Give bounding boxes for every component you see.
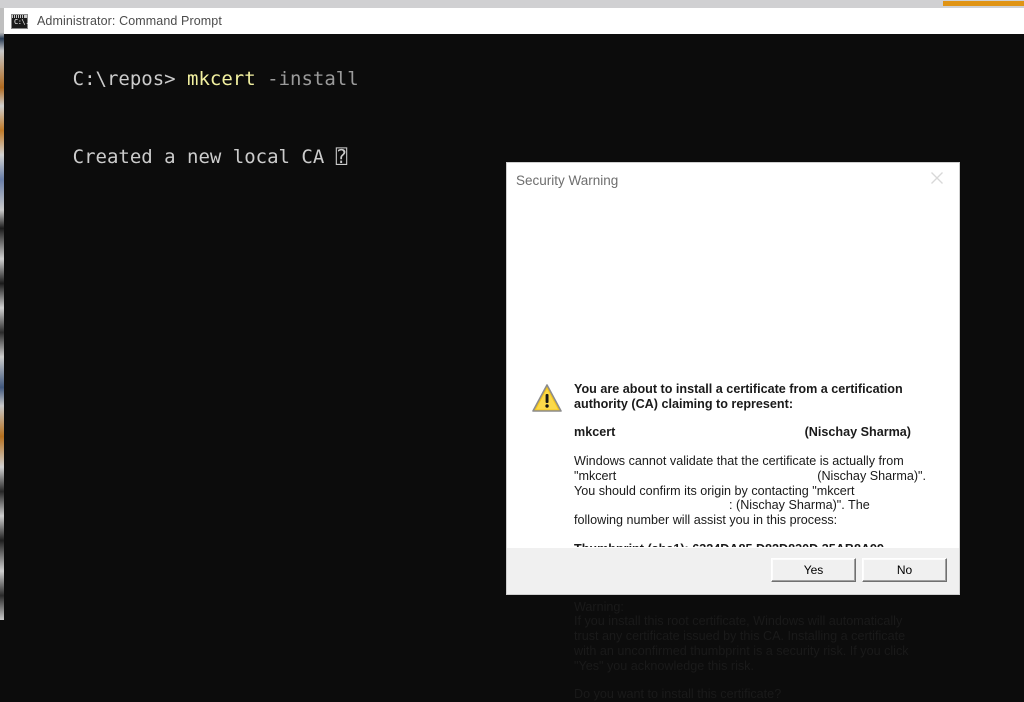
top-scrollbar-strip[interactable] — [0, 0, 1024, 8]
validate-line-2-left: "mkcert — [574, 468, 617, 483]
validate-line-2: "mkcert (Nischay Sharma)". — [574, 469, 926, 484]
install-question: Do you want to install this certificate? — [574, 687, 782, 702]
warning-body-line-1: If you install this root certificate, Wi… — [574, 614, 903, 629]
confirm-line-2: : (Nischay Sharma)". The — [729, 498, 870, 513]
warning-heading: Warning: — [574, 599, 624, 614]
terminal-flag — [256, 68, 267, 90]
command-prompt-icon: C:\. — [11, 13, 29, 29]
yes-button[interactable]: Yes — [771, 558, 856, 582]
dialog-content: You are about to install a certificate f… — [507, 199, 959, 701]
certificate-subject-name: mkcert — [574, 425, 616, 440]
warning-body-line-2: trust any certificate issued by this CA.… — [574, 629, 906, 644]
terminal-output: Created a new local CA ⍰ — [72, 146, 348, 168]
window-title: Administrator: Command Prompt — [37, 14, 222, 28]
dialog-text-column: You are about to install a certificate f… — [574, 382, 934, 702]
warning-body-line-3: with an unconfirmed thumbprint is a secu… — [574, 643, 909, 658]
dialog-title: Security Warning — [516, 173, 619, 188]
terminal-prompt: C:\repos> — [72, 68, 188, 90]
console-titlebar[interactable]: C:\. Administrator: Command Prompt — [4, 8, 1024, 34]
no-button[interactable]: No — [862, 558, 947, 582]
validate-line-2-right: (Nischay Sharma)". — [817, 468, 926, 483]
certificate-subject-org: (Nischay Sharma) — [804, 425, 911, 440]
terminal-flag-text: -install — [267, 68, 359, 90]
warning-body-line-4: "Yes" you acknowledge this risk. — [574, 658, 754, 673]
confirm-line-3: following number will assist you in this… — [574, 512, 838, 527]
dialog-titlebar: Security Warning — [507, 163, 959, 199]
certificate-subject-row: mkcert (Nischay Sharma) — [574, 425, 911, 440]
security-warning-dialog: Security Warning You are about to instal… — [506, 162, 960, 701]
confirm-line-1: You should confirm its origin by contact… — [574, 483, 855, 498]
warning-triangle-icon — [531, 383, 563, 413]
terminal-line-command: C:\repos> mkcert -install — [4, 40, 1024, 118]
accent-strip — [943, 1, 1024, 6]
dialog-intro-text: You are about to install a certificate f… — [574, 382, 903, 411]
validate-line-1: Windows cannot validate that the certifi… — [574, 454, 904, 469]
no-button-label: No — [896, 563, 913, 577]
terminal-command: mkcert — [187, 68, 256, 90]
command-prompt-icon-glyph: C:\. — [14, 17, 29, 26]
close-icon[interactable] — [915, 163, 959, 193]
dialog-footer: Yes No — [507, 547, 959, 594]
yes-button-label: Yes — [803, 563, 824, 577]
